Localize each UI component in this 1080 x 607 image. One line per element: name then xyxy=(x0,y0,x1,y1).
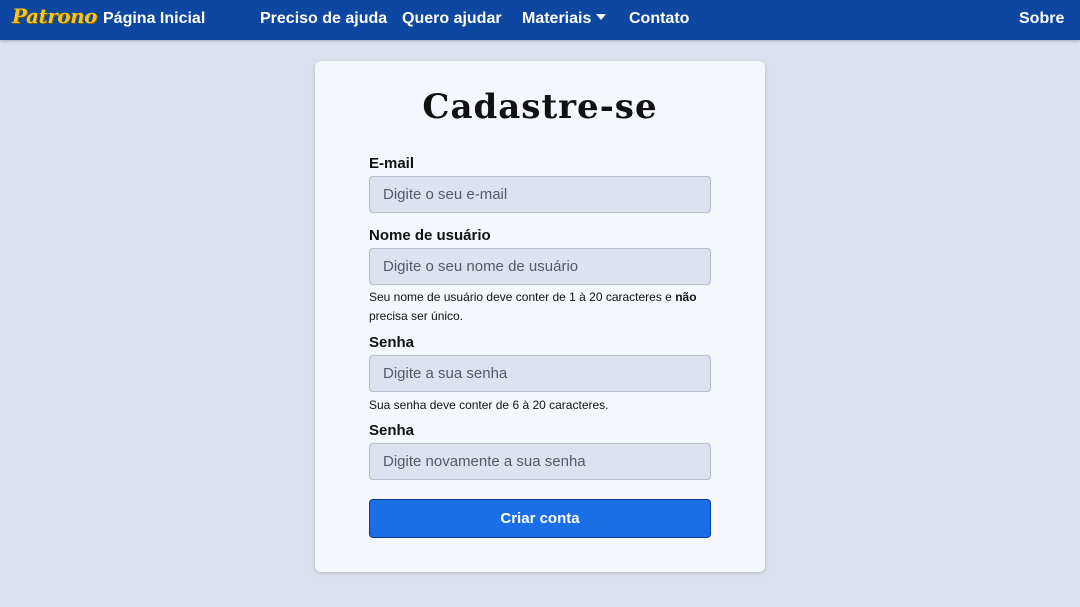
password-help-text: Sua senha deve conter de 6 à 20 caracter… xyxy=(369,398,609,412)
email-field[interactable] xyxy=(369,176,711,213)
signup-card: Cadastre-se E-mail Nome de usuário Seu n… xyxy=(315,61,765,572)
nav-need-help[interactable]: Preciso de ajuda xyxy=(260,10,387,28)
nav-materials-label: Materiais xyxy=(522,10,592,27)
email-label: E-mail xyxy=(369,155,415,172)
nav-want-help[interactable]: Quero ajudar xyxy=(402,10,502,28)
nav-materials-dropdown[interactable]: Materiais xyxy=(522,10,607,28)
username-help-suffix: precisa ser único. xyxy=(369,309,464,323)
create-account-button[interactable]: Criar conta xyxy=(369,499,711,538)
username-help-prefix: Seu nome de usuário deve conter de 1 à 2… xyxy=(369,290,676,304)
nav-about[interactable]: Sobre xyxy=(1019,10,1064,28)
nav-contact[interactable]: Contato xyxy=(629,10,689,28)
password-field[interactable] xyxy=(369,355,711,392)
password-label: Senha xyxy=(369,334,415,351)
password-confirm-label: Senha xyxy=(369,422,415,439)
username-field[interactable] xyxy=(369,248,711,285)
username-help-text: Seu nome de usuário deve conter de 1 à 2… xyxy=(369,288,711,326)
nav-home[interactable]: Página Inicial xyxy=(103,10,205,28)
password-confirm-field[interactable] xyxy=(369,443,711,480)
username-label: Nome de usuário xyxy=(369,227,491,244)
chevron-down-icon xyxy=(596,13,607,20)
brand-logo[interactable]: Patrono xyxy=(12,4,97,28)
page-title: Cadastre-se xyxy=(422,87,658,127)
top-navbar: Patrono Página Inicial Preciso de ajuda … xyxy=(0,0,1080,40)
username-help-emphasis: não xyxy=(675,290,697,304)
